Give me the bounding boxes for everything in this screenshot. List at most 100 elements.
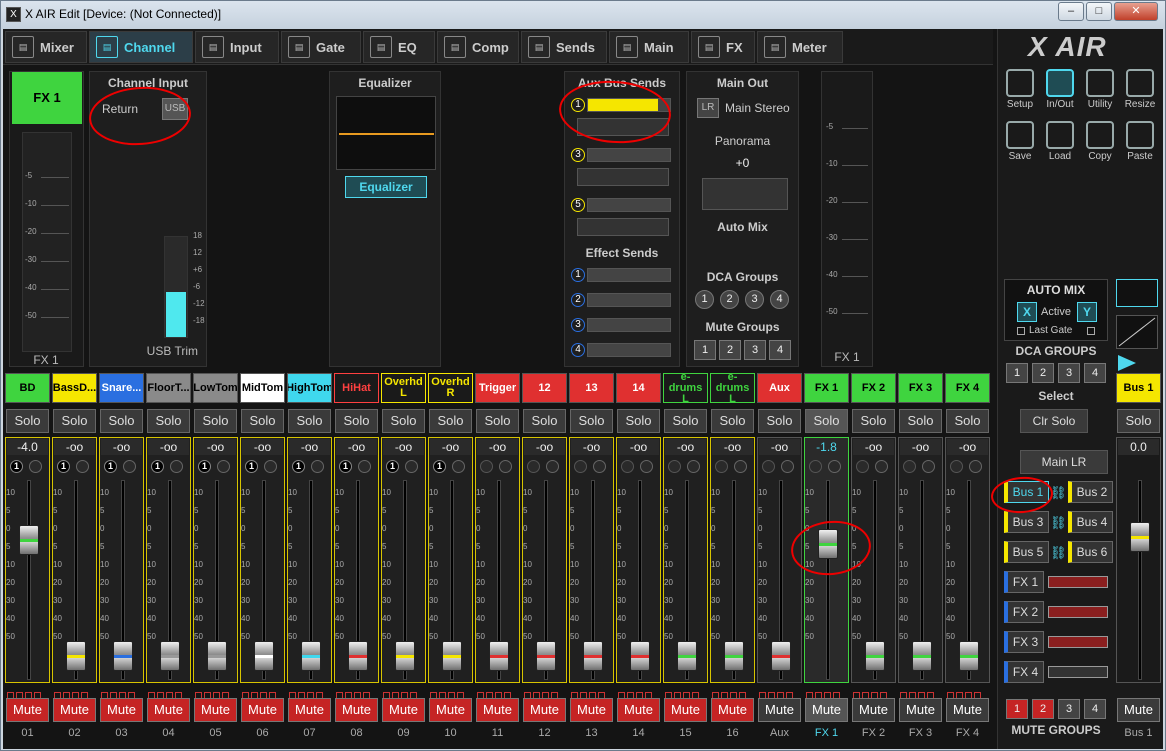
send-circle[interactable]: 1 (386, 460, 399, 473)
channel-name[interactable]: 13 (569, 373, 614, 403)
sidebar-dca-4[interactable]: 4 (1084, 363, 1106, 383)
fx-select-3[interactable]: FX 3 (1004, 631, 1044, 653)
fader-knob[interactable] (489, 641, 509, 671)
fader-knob[interactable] (677, 641, 697, 671)
solo-button[interactable]: Solo (758, 409, 801, 433)
fader-knob[interactable] (583, 641, 603, 671)
solo-button[interactable]: Solo (335, 409, 378, 433)
mute-button[interactable]: Mute (570, 698, 613, 722)
mute-button[interactable]: Mute (711, 698, 754, 722)
send-circle-2[interactable] (593, 460, 606, 473)
last-gate-checkbox-x[interactable] (1017, 327, 1025, 335)
solo-button[interactable]: Solo (476, 409, 519, 433)
send-circle[interactable]: 1 (104, 460, 117, 473)
send-circle[interactable] (574, 460, 587, 473)
send-circle[interactable]: 1 (10, 460, 23, 473)
solo-button[interactable]: Solo (617, 409, 660, 433)
fader-knob[interactable] (865, 641, 885, 671)
solo-button[interactable]: Solo (288, 409, 331, 433)
bus-strip-name[interactable]: Bus 1 (1116, 373, 1161, 403)
sidebar-dca-2[interactable]: 2 (1032, 363, 1054, 383)
send-circle-2[interactable] (546, 460, 559, 473)
send-circle[interactable]: 1 (339, 460, 352, 473)
clr-solo-button[interactable]: Clr Solo (1020, 409, 1088, 433)
solo-button[interactable]: Solo (805, 409, 848, 433)
close-button[interactable]: ✕ (1114, 2, 1158, 21)
send-circle-2[interactable] (311, 460, 324, 473)
send-circle-2[interactable] (922, 460, 935, 473)
mute-button[interactable]: Mute (147, 698, 190, 722)
channel-name[interactable]: e-drums L (710, 373, 755, 403)
effect-send-level[interactable] (587, 318, 671, 332)
aux-send-pan[interactable] (577, 218, 669, 236)
solo-button[interactable]: Solo (53, 409, 96, 433)
bus-select-6[interactable]: Bus 6 (1068, 541, 1113, 563)
effect-send-level[interactable] (587, 293, 671, 307)
link-icon[interactable]: ⛓ (1050, 515, 1067, 531)
aux-send-pan[interactable] (577, 168, 669, 186)
channel-name[interactable]: MidTom (240, 373, 285, 403)
automix-x-button[interactable]: X (1017, 302, 1037, 322)
solo-button[interactable]: Solo (523, 409, 566, 433)
panorama-control[interactable] (702, 178, 788, 210)
solo-button[interactable]: Solo (946, 409, 989, 433)
send-circle-2[interactable] (76, 460, 89, 473)
mute-button[interactable]: Mute (382, 698, 425, 722)
send-circle[interactable] (480, 460, 493, 473)
solo-button[interactable]: Solo (899, 409, 942, 433)
fx-slot-icon[interactable] (1048, 636, 1108, 648)
tool-save[interactable]: Save (1002, 119, 1038, 169)
bus-fader-knob[interactable] (1130, 522, 1150, 552)
dca-group-1[interactable]: 1 (695, 290, 714, 309)
aux-send-level[interactable] (587, 198, 671, 212)
usb-trim-meter[interactable]: 18 12 +6 -6 -12 -18 (164, 231, 205, 338)
mute-button[interactable]: Mute (664, 698, 707, 722)
bus-select-3[interactable]: Bus 3 (1004, 511, 1049, 533)
channel-name[interactable]: 14 (616, 373, 661, 403)
channel-name[interactable]: BD (5, 373, 50, 403)
eq-curve-display[interactable] (336, 96, 436, 170)
send-circle-2[interactable] (123, 460, 136, 473)
fx-select-2[interactable]: FX 2 (1004, 601, 1044, 623)
mute-button[interactable]: Mute (852, 698, 895, 722)
channel-name[interactable]: FloorT... (146, 373, 191, 403)
aux-send-level[interactable] (587, 148, 671, 162)
fader-knob[interactable] (19, 525, 39, 555)
mute-button[interactable]: Mute (946, 698, 989, 722)
send-circle-2[interactable] (687, 460, 700, 473)
solo-button[interactable]: Solo (382, 409, 425, 433)
tab-sends[interactable]: ▤ Sends (521, 31, 607, 63)
fx-select-1[interactable]: FX 1 (1004, 571, 1044, 593)
send-circle-2[interactable] (640, 460, 653, 473)
fader-knob[interactable] (630, 641, 650, 671)
lr-assign-button[interactable]: LR (697, 98, 719, 118)
solo-button[interactable]: Solo (852, 409, 895, 433)
tab-gate[interactable]: ▤ Gate (281, 31, 361, 63)
mute-group-1[interactable]: 1 (694, 340, 716, 360)
send-circle[interactable]: 1 (198, 460, 211, 473)
sidebar-mute-group-4[interactable]: 4 (1084, 699, 1106, 719)
channel-name[interactable]: FX 2 (851, 373, 896, 403)
sidebar-mute-group-2[interactable]: 2 (1032, 699, 1054, 719)
tab-comp[interactable]: ▤ Comp (437, 31, 519, 63)
solo-button[interactable]: Solo (711, 409, 754, 433)
mute-button[interactable]: Mute (429, 698, 472, 722)
send-circle[interactable] (527, 460, 540, 473)
fader-knob[interactable] (301, 641, 321, 671)
sidebar-mute-group-3[interactable]: 3 (1058, 699, 1080, 719)
effect-send-level[interactable] (587, 268, 671, 282)
channel-name[interactable]: 12 (522, 373, 567, 403)
link-icon[interactable]: ⛓ (1050, 545, 1067, 561)
solo-button[interactable]: Solo (429, 409, 472, 433)
tab-eq[interactable]: ▤ EQ (363, 31, 435, 63)
tab-meter[interactable]: ▤ Meter (757, 31, 843, 63)
send-circle[interactable] (668, 460, 681, 473)
tool-paste[interactable]: Paste (1122, 119, 1158, 169)
mute-button[interactable]: Mute (523, 698, 566, 722)
bus-mute-button[interactable]: Mute (1117, 698, 1160, 722)
tool-load[interactable]: Load (1042, 119, 1078, 169)
tab-main[interactable]: ▤ Main (609, 31, 689, 63)
fader-knob[interactable] (959, 641, 979, 671)
solo-button[interactable]: Solo (664, 409, 707, 433)
send-circle[interactable] (856, 460, 869, 473)
